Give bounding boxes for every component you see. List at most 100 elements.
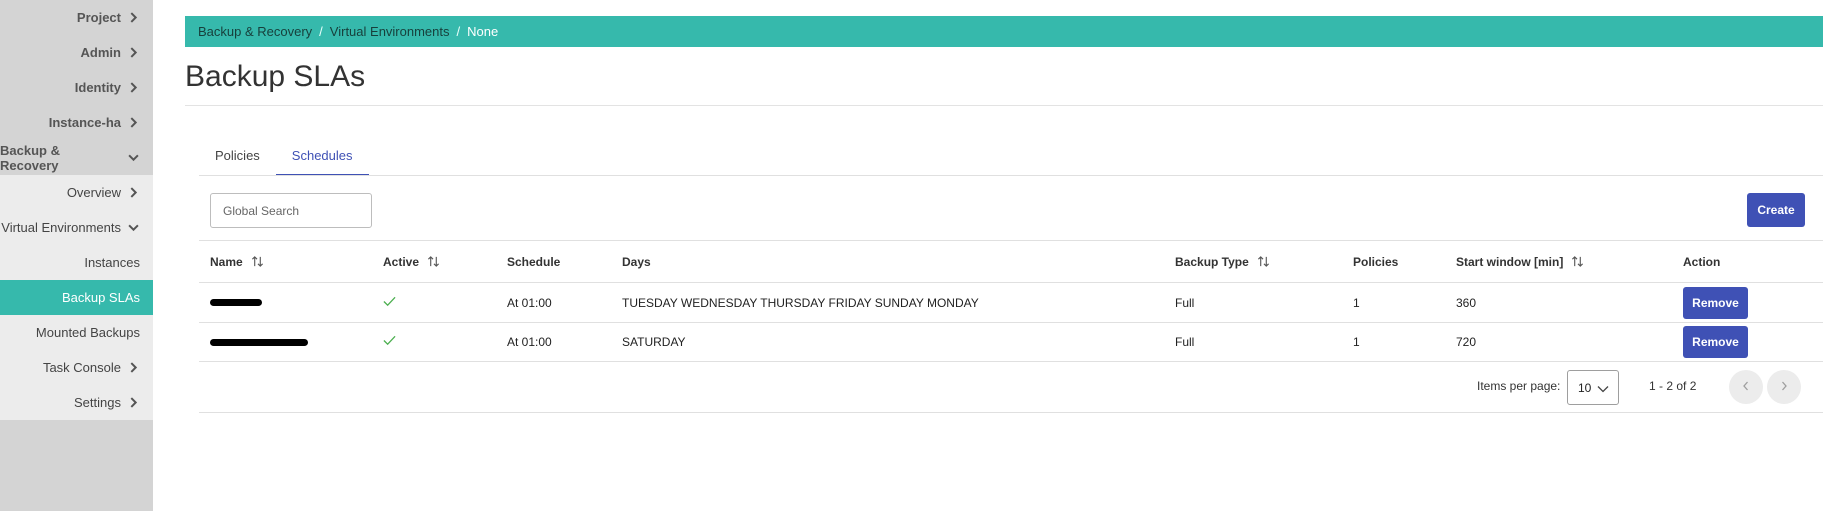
sidebar-item-task-console[interactable]: Task Console xyxy=(0,350,153,385)
sidebar-item-identity[interactable]: Identity xyxy=(0,70,153,105)
column-header-name[interactable]: Name xyxy=(210,241,264,282)
table-row: At 01:00 SATURDAY Full 1 720 Remove xyxy=(199,322,1823,362)
chevron-right-icon xyxy=(127,12,139,24)
redacted-name xyxy=(210,338,308,346)
column-header-active[interactable]: Active xyxy=(383,241,440,282)
chevron-down-icon xyxy=(1597,383,1609,393)
chevron-right-icon xyxy=(127,117,139,129)
cell-schedule: At 01:00 xyxy=(507,335,552,349)
cell-policies: 1 xyxy=(1353,295,1360,310)
chevron-left-icon xyxy=(1741,378,1751,396)
cell-action: Remove xyxy=(1683,283,1748,322)
sidebar-item-label: Project xyxy=(76,10,121,25)
column-header-schedule: Schedule xyxy=(507,254,561,269)
column-header-backup-type[interactable]: Backup Type xyxy=(1175,241,1270,282)
items-per-page-select[interactable]: 10 xyxy=(1567,370,1619,405)
sidebar: Project Admin Identity Instance-ha Backu… xyxy=(0,0,153,511)
cell-name xyxy=(210,323,308,361)
sort-icon xyxy=(251,255,264,268)
tab-schedules[interactable]: Schedules xyxy=(275,140,369,176)
sidebar-item-label: Task Console xyxy=(42,360,121,375)
tab-policies[interactable]: Policies xyxy=(199,140,276,176)
column-header-start-window[interactable]: Start window [min] xyxy=(1456,241,1584,282)
cell-schedule: At 01:00 xyxy=(507,295,552,310)
table-row: At 01:00 TUESDAY WEDNESDAY THURSDAY FRID… xyxy=(199,282,1823,322)
column-header-label: Backup Type xyxy=(1175,254,1249,269)
sidebar-item-label: Admin xyxy=(80,45,121,60)
cell-action: Remove xyxy=(1683,323,1748,361)
cell-days: TUESDAY WEDNESDAY THURSDAY FRIDAY SUNDAY… xyxy=(622,295,979,310)
sidebar-item-virtual-environments[interactable]: Virtual Environments xyxy=(0,210,153,245)
sidebar-item-label: Overview xyxy=(66,185,121,200)
paginator: Items per page: 10 1 - 2 of 2 xyxy=(199,362,1823,413)
column-header-days: Days xyxy=(622,254,651,269)
sort-icon xyxy=(1571,255,1584,268)
tab-bar: Policies Schedules xyxy=(199,140,369,176)
chevron-down-icon xyxy=(127,222,139,234)
cell-days: SATURDAY xyxy=(622,335,686,349)
column-header-label: Name xyxy=(210,254,243,269)
cell-backup-type: Full xyxy=(1175,335,1195,349)
create-button[interactable]: Create xyxy=(1747,193,1805,227)
sidebar-item-label: Instances xyxy=(84,255,140,270)
global-search-input[interactable] xyxy=(210,193,372,228)
sidebar-item-project[interactable]: Project xyxy=(0,0,153,35)
sidebar-item-settings[interactable]: Settings xyxy=(0,385,153,420)
schedules-table: Name Active Schedule Days Backup Type Po… xyxy=(199,240,1823,362)
page-title: Backup SLAs xyxy=(185,60,366,93)
chevron-right-icon xyxy=(127,82,139,94)
cell-start-window: 720 xyxy=(1456,335,1477,349)
breadcrumb-separator: / xyxy=(319,24,323,39)
chevron-right-icon xyxy=(127,47,139,59)
column-header-policies: Policies xyxy=(1353,254,1399,269)
sidebar-item-label: Mounted Backups xyxy=(35,325,140,340)
cell-policies: 1 xyxy=(1353,335,1360,349)
breadcrumb-current: None xyxy=(467,24,499,39)
previous-page-button[interactable] xyxy=(1729,370,1763,404)
table-header-row: Name Active Schedule Days Backup Type Po… xyxy=(199,240,1823,282)
sidebar-item-mounted-backups[interactable]: Mounted Backups xyxy=(0,315,153,350)
sidebar-item-backup-slas[interactable]: Backup SLAs xyxy=(0,280,153,315)
chevron-down-icon xyxy=(127,152,139,164)
column-header-label: Start window [min] xyxy=(1456,254,1564,269)
next-page-button[interactable] xyxy=(1767,370,1801,404)
breadcrumb: Backup & Recovery / Virtual Environments… xyxy=(185,16,1823,47)
column-header-label: Active xyxy=(383,254,420,269)
sidebar-item-label: Backup SLAs xyxy=(61,290,140,305)
sidebar-item-label: Identity xyxy=(74,80,121,95)
cell-backup-type: Full xyxy=(1175,295,1195,310)
sidebar-item-label: Virtual Environments xyxy=(1,220,121,235)
remove-button[interactable]: Remove xyxy=(1683,286,1748,319)
cell-name xyxy=(210,283,262,322)
chevron-right-icon xyxy=(127,362,139,374)
items-per-page-value: 10 xyxy=(1578,380,1592,395)
divider xyxy=(185,105,1823,106)
sidebar-item-backup-recovery[interactable]: Backup & Recovery xyxy=(0,140,153,175)
cell-start-window: 360 xyxy=(1456,295,1477,310)
sidebar-item-instance-ha[interactable]: Instance-ha xyxy=(0,105,153,140)
sidebar-item-label: Instance-ha xyxy=(48,115,121,130)
chevron-right-icon xyxy=(1779,378,1789,396)
remove-button[interactable]: Remove xyxy=(1683,326,1748,358)
cell-active xyxy=(383,283,396,322)
sort-icon xyxy=(427,255,440,268)
divider xyxy=(199,175,1823,176)
sidebar-item-admin[interactable]: Admin xyxy=(0,35,153,70)
items-per-page-label: Items per page: xyxy=(1477,379,1561,393)
sidebar-item-label: Settings xyxy=(74,395,121,410)
breadcrumb-virtual-environments[interactable]: Virtual Environments xyxy=(330,24,450,39)
check-icon xyxy=(383,296,396,310)
redacted-name xyxy=(210,299,262,306)
cell-active xyxy=(383,323,396,361)
chevron-right-icon xyxy=(127,397,139,409)
column-header-action: Action xyxy=(1683,254,1721,269)
sort-icon xyxy=(1257,255,1270,268)
breadcrumb-backup-recovery[interactable]: Backup & Recovery xyxy=(198,24,312,39)
check-icon xyxy=(383,335,396,349)
chevron-right-icon xyxy=(127,187,139,199)
sidebar-item-label: Backup & Recovery xyxy=(0,142,60,173)
page-range-label: 1 - 2 of 2 xyxy=(1649,379,1697,393)
breadcrumb-separator: / xyxy=(456,24,461,39)
sidebar-item-overview[interactable]: Overview xyxy=(0,175,153,210)
sidebar-item-instances[interactable]: Instances xyxy=(0,245,153,280)
